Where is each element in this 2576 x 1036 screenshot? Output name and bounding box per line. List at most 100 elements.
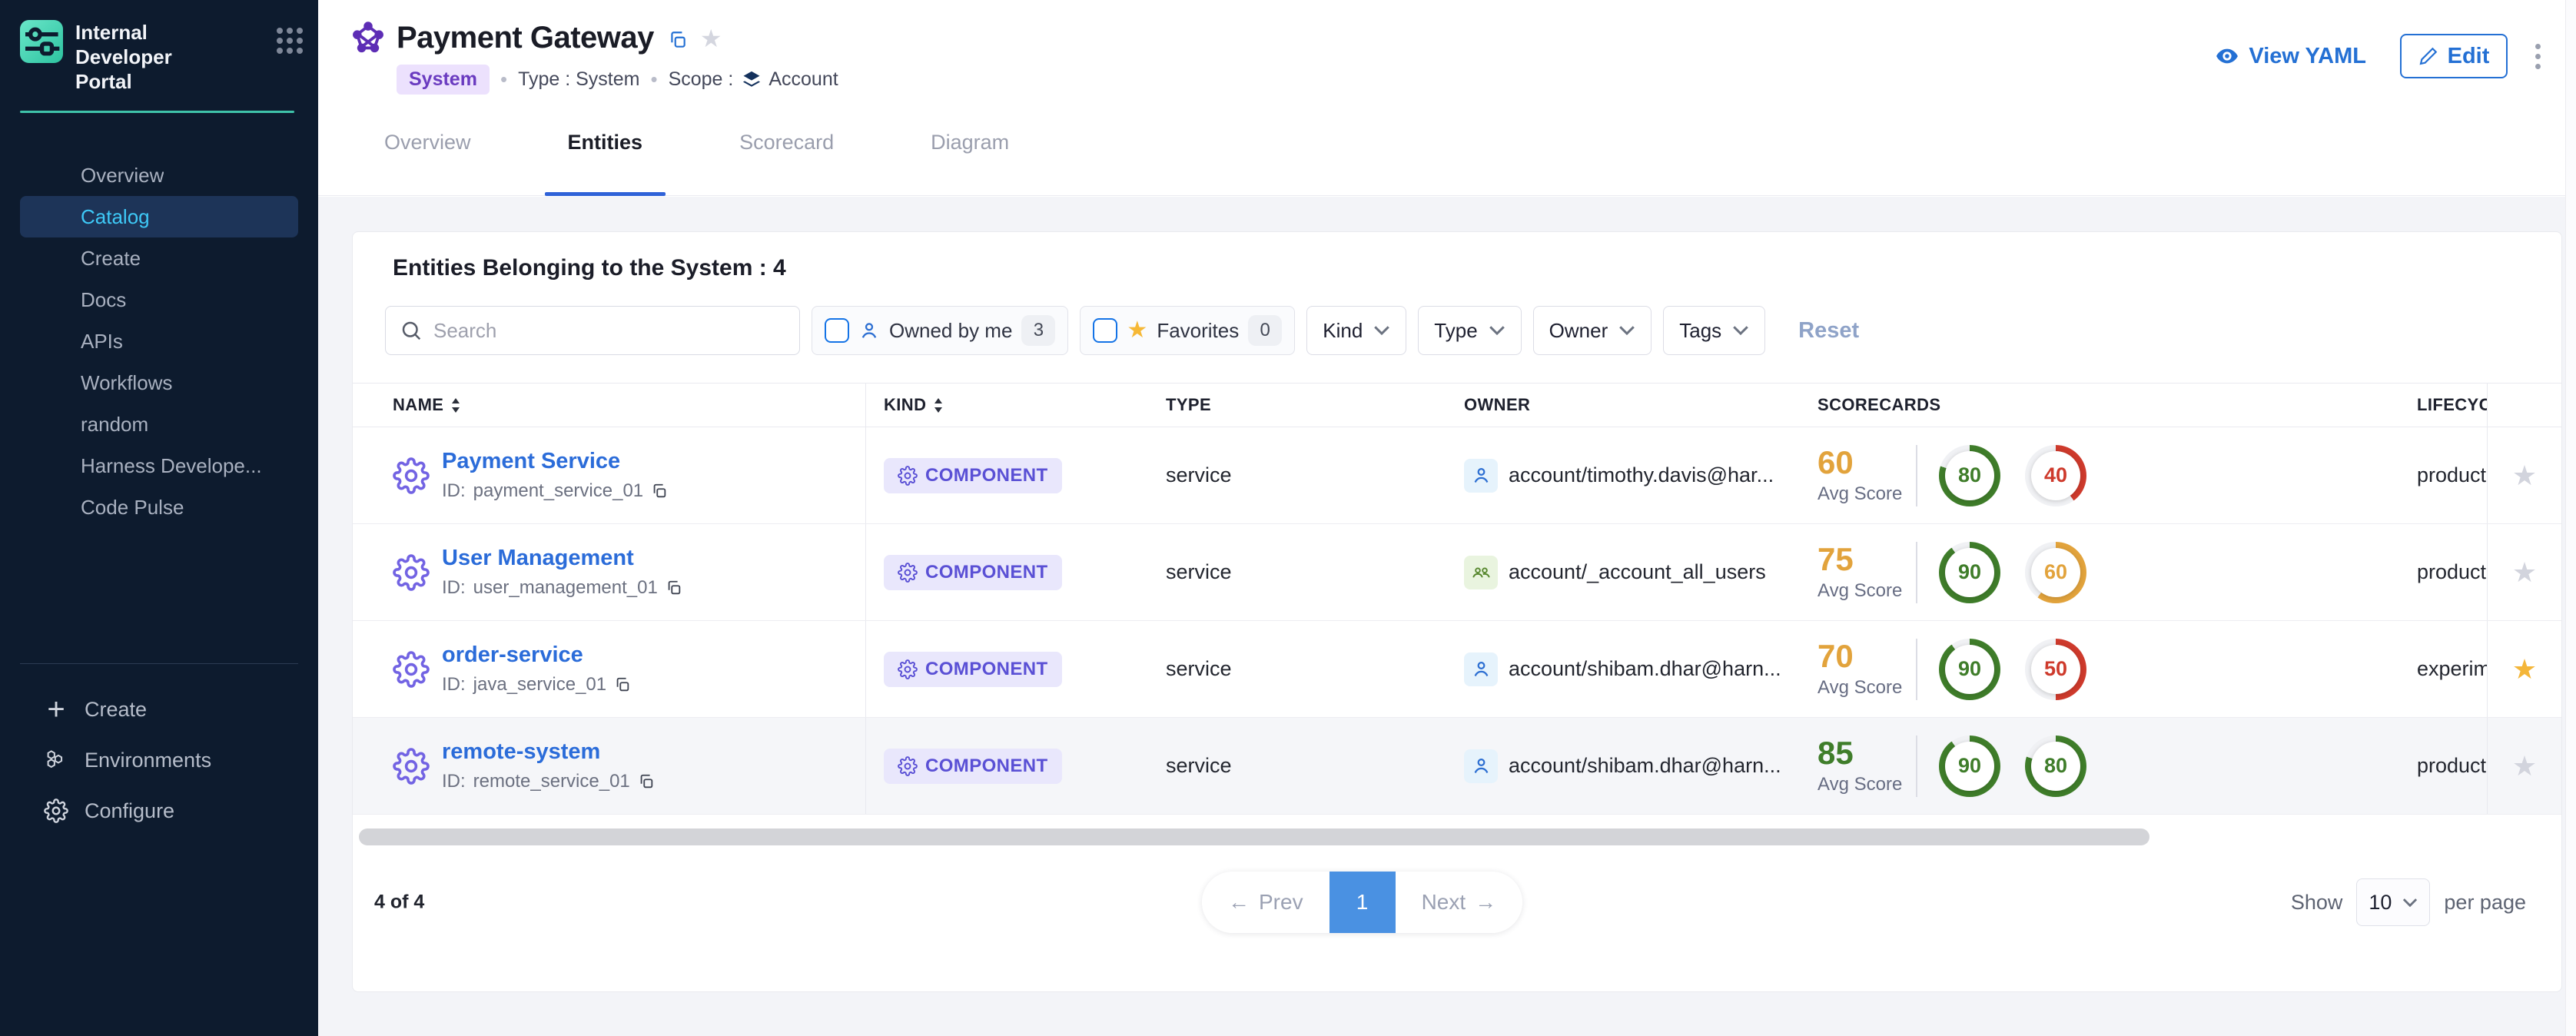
filter-owned-by-me[interactable]: Owned by me 3	[812, 306, 1068, 355]
scorecards-cell: 70Avg Score9050	[1817, 621, 2417, 717]
filter-favorites[interactable]: ★ Favorites 0	[1080, 306, 1295, 355]
reset-filters-button[interactable]: Reset	[1798, 318, 1859, 344]
favorite-cell: ★	[2488, 524, 2561, 620]
type-cell: service	[1164, 718, 1464, 814]
favorite-star-icon[interactable]: ★	[2512, 752, 2537, 780]
sidebar-item-random[interactable]: random	[20, 403, 298, 445]
copy-icon[interactable]	[668, 30, 688, 50]
avg-score-value: 70	[1817, 640, 1914, 672]
next-page-button[interactable]: Next →	[1396, 872, 1523, 933]
scorecards-cell: 60Avg Score8040	[1817, 427, 2417, 523]
sort-icon[interactable]	[934, 398, 943, 413]
layers-icon	[741, 69, 762, 91]
column-header-name[interactable]: NAME	[353, 384, 866, 427]
horizontal-scrollbar[interactable]	[359, 828, 2561, 845]
header-actions: View YAML Edit	[2215, 32, 2545, 80]
copy-icon[interactable]	[666, 579, 682, 596]
sidebar-item-code-pulse[interactable]: Code Pulse	[20, 486, 298, 528]
window-scrollbar[interactable]	[2565, 0, 2576, 1036]
sidebar-item-apis[interactable]: APIs	[20, 320, 298, 362]
favorite-star-icon[interactable]: ★	[2512, 656, 2537, 683]
checkbox[interactable]	[825, 318, 849, 343]
sidebar-item-label: Overview	[81, 164, 164, 188]
sidebar-item-overview[interactable]: Overview	[20, 154, 298, 196]
filter-type-dropdown[interactable]: Type	[1418, 306, 1521, 355]
sidebar-divider	[20, 663, 298, 664]
edit-button[interactable]: Edit	[2400, 34, 2508, 78]
sidebar-item-environments[interactable]: Environments	[0, 735, 318, 785]
pager: ← Prev 1 Next →	[1202, 872, 1522, 933]
scrollbar-thumb[interactable]	[359, 828, 2149, 845]
sidebar-item-catalog[interactable]: Catalog	[20, 196, 298, 237]
entity-name-link[interactable]: order-service	[442, 643, 583, 667]
table-header: NAME KIND TYPE OWNER SCORECARDS LIFECYCL…	[353, 383, 2561, 427]
favorite-star-icon[interactable]: ★	[2512, 462, 2537, 490]
sidebar-item-create[interactable]: Create	[20, 237, 298, 279]
copy-icon[interactable]	[614, 676, 631, 693]
search-input[interactable]	[433, 319, 785, 343]
copy-icon[interactable]	[638, 773, 655, 790]
entity-name-link[interactable]: User Management	[442, 546, 634, 570]
entity-name-link[interactable]: Payment Service	[442, 449, 620, 473]
prev-page-button[interactable]: ← Prev	[1202, 872, 1329, 933]
tab-overview[interactable]: Overview	[361, 89, 494, 195]
entity-id: ID:remote_service_01	[442, 771, 655, 792]
app-grid-icon[interactable]	[277, 28, 303, 54]
main-area: Payment Gateway ★ System • Type : System…	[318, 0, 2576, 1036]
table-row[interactable]: User ManagementID:user_management_01COMP…	[353, 524, 2561, 621]
table-row[interactable]: order-serviceID:java_service_01COMPONENT…	[353, 621, 2561, 718]
tab-diagram[interactable]: Diagram	[908, 89, 1032, 195]
arrow-left-icon: ←	[1228, 890, 1250, 915]
type-value: service	[1166, 463, 1232, 487]
sidebar-item-docs[interactable]: Docs	[20, 279, 298, 320]
component-gear-icon	[393, 748, 430, 785]
user-icon	[1464, 652, 1498, 686]
divider	[1916, 445, 1917, 506]
favorite-star-icon[interactable]: ★	[700, 24, 722, 53]
scorecard-gauge: 80	[2025, 735, 2086, 797]
table-row[interactable]: Payment ServiceID:payment_service_01COMP…	[353, 427, 2561, 524]
kind-badge: COMPONENT	[884, 555, 1062, 590]
tab-scorecard[interactable]: Scorecard	[716, 89, 857, 195]
search-box	[385, 306, 800, 355]
sidebar-item-configure[interactable]: Configure	[0, 785, 318, 836]
sidebar-item-harness-develope[interactable]: Harness Develope...	[20, 445, 298, 486]
pencil-icon	[2418, 46, 2438, 66]
page-size-select[interactable]: 10	[2356, 878, 2430, 926]
filter-kind-dropdown[interactable]: Kind	[1306, 306, 1406, 355]
sidebar-item-label: Harness Develope...	[81, 454, 262, 478]
owner-value: account/shibam.dhar@harn...	[1509, 754, 1781, 778]
chevron-down-icon	[1732, 325, 1749, 336]
brand-underline	[20, 111, 294, 113]
filter-row: Owned by me 3 ★ Favorites 0 Kind Type	[385, 306, 2561, 355]
filter-owner-dropdown[interactable]: Owner	[1533, 306, 1652, 355]
name-cell: remote-system ID:remote_service_01	[353, 718, 866, 814]
sort-icon[interactable]	[451, 398, 460, 413]
avg-score-label: Avg Score	[1817, 580, 1914, 602]
more-options-icon[interactable]	[2531, 39, 2545, 74]
favorite-cell: ★	[2488, 621, 2561, 717]
copy-icon[interactable]	[651, 483, 668, 500]
owner-cell: account/shibam.dhar@harn...	[1464, 621, 1817, 717]
table-row[interactable]: remote-systemID:remote_service_01COMPONE…	[353, 718, 2561, 815]
scorecards-cell: 75Avg Score9060	[1817, 524, 2417, 620]
sidebar-item-workflows[interactable]: Workflows	[20, 362, 298, 403]
column-header-kind[interactable]: KIND	[866, 384, 1164, 427]
favorite-star-icon[interactable]: ★	[2512, 559, 2537, 586]
sidebar-item-create[interactable]: + Create	[0, 684, 318, 735]
filter-tags-dropdown[interactable]: Tags	[1663, 306, 1765, 355]
sidebar-item-label: Docs	[81, 288, 126, 312]
tab-entities[interactable]: Entities	[545, 89, 666, 195]
view-yaml-button[interactable]: View YAML	[2215, 44, 2366, 69]
lifecycle-value: production	[2417, 560, 2488, 584]
entity-name-link[interactable]: remote-system	[442, 739, 600, 764]
scorecard-gauge: 40	[2025, 445, 2086, 506]
kind-badge: COMPONENT	[884, 652, 1062, 687]
sidebar-item-label: APIs	[81, 330, 123, 354]
component-gear-icon	[393, 554, 430, 591]
current-page[interactable]: 1	[1329, 872, 1396, 933]
meta-scope-value: Account	[768, 68, 838, 91]
kind-cell: COMPONENT	[866, 621, 1164, 717]
checkbox[interactable]	[1093, 318, 1117, 343]
sidebar-item-label: random	[81, 413, 148, 437]
